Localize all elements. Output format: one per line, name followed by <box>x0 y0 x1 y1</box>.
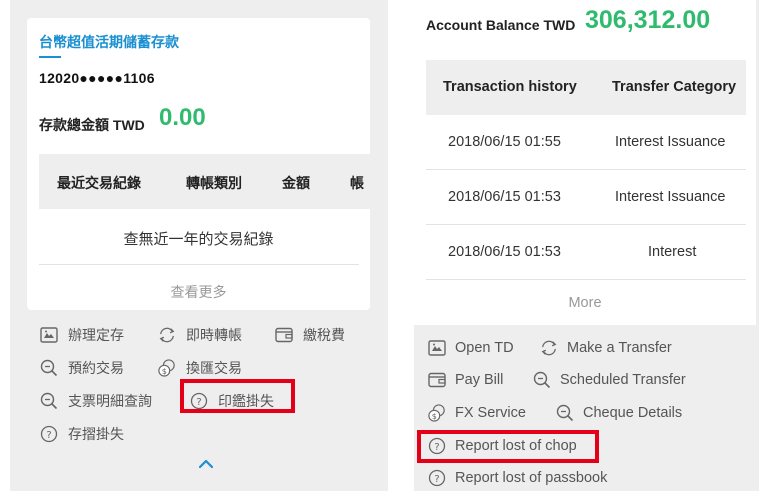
service-cheque-details[interactable]: Cheque Details <box>556 404 682 422</box>
service-label: 預約交易 <box>68 360 124 376</box>
service-open-td[interactable]: 辦理定存 <box>40 325 124 345</box>
more-link[interactable]: More <box>414 295 756 311</box>
deposit-icon <box>40 326 58 344</box>
balance-value: 0.00 <box>159 104 206 131</box>
help-circle-icon: ? <box>40 425 58 443</box>
search-icon <box>40 392 58 410</box>
service-report-lost-passbook[interactable]: ? Report lost of passbook <box>428 469 607 487</box>
help-circle-icon: ? <box>428 469 446 487</box>
service-label: Report lost of passbook <box>455 470 608 486</box>
service-label: 即時轉帳 <box>186 327 242 343</box>
wallet-icon <box>428 371 446 389</box>
search-icon <box>533 371 551 389</box>
service-report-lost-passbook[interactable]: ? 存摺掛失 <box>40 424 124 444</box>
service-transfer[interactable]: 即時轉帳 <box>158 325 242 345</box>
service-scheduled[interactable]: 預約交易 <box>40 358 124 378</box>
transfer-icon <box>158 326 176 344</box>
transaction-table-header: Transaction history Transfer Category <box>426 60 746 115</box>
balance-value: 306,312.00 <box>585 6 711 34</box>
wallet-icon <box>275 326 293 344</box>
account-panel-en: Account Balance TWD 306,312.00 Transacti… <box>414 0 759 491</box>
table-row[interactable]: 2018/06/15 01:53 Interest <box>426 225 746 280</box>
header-transaction-history: Transaction history <box>443 79 577 95</box>
service-label: Make a Transfer <box>567 340 672 356</box>
service-label: 繳稅費 <box>303 327 345 343</box>
svg-text:?: ? <box>434 474 439 485</box>
divider <box>39 264 359 265</box>
row-date: 2018/06/15 01:55 <box>448 134 561 150</box>
header-transfer-category: 轉帳類別 <box>186 175 242 191</box>
service-make-transfer[interactable]: Make a Transfer <box>540 339 672 357</box>
header-truncated: 帳 <box>350 175 364 191</box>
table-row[interactable]: 2018/06/15 01:53 Interest Issuance <box>426 170 746 225</box>
deposit-icon <box>428 339 446 357</box>
service-cheque[interactable]: 支票明細查詢 <box>40 391 152 411</box>
table-row[interactable]: 2018/06/15 01:55 Interest Issuance <box>426 115 746 170</box>
exchange-icon: $ <box>428 404 446 422</box>
service-label: Scheduled Transfer <box>560 372 686 388</box>
service-label: Open TD <box>455 340 514 356</box>
service-fx[interactable]: $ 換匯交易 <box>158 358 242 378</box>
service-open-td[interactable]: Open TD <box>428 339 514 357</box>
service-pay-bill[interactable]: Pay Bill <box>428 371 503 389</box>
account-card: 台幣超值活期儲蓄存款 12020●●●●●1106 存款總金額 TWD 0.00… <box>27 18 370 310</box>
search-icon <box>556 404 574 422</box>
svg-text:$: $ <box>162 366 167 376</box>
account-name[interactable]: 台幣超值活期儲蓄存款 <box>39 32 179 52</box>
service-label: 換匯交易 <box>186 360 242 376</box>
search-icon <box>40 359 58 377</box>
highlight-box <box>180 379 295 413</box>
service-label: Pay Bill <box>455 372 504 388</box>
row-category: Interest <box>648 244 697 260</box>
header-amount: 金額 <box>282 175 310 191</box>
service-label: FX Service <box>455 405 526 421</box>
transaction-table-header: 最近交易紀錄 轉帳類別 金額 帳 <box>39 154 370 209</box>
empty-state-text: 查無近一年的交易紀錄 <box>123 231 274 248</box>
row-date: 2018/06/15 01:53 <box>448 244 561 260</box>
service-label: Cheque Details <box>583 405 683 421</box>
account-card: Account Balance TWD 306,312.00 Transacti… <box>414 0 756 325</box>
service-fx[interactable]: $ FX Service <box>428 404 526 422</box>
balance-label: Account Balance TWD <box>426 17 576 33</box>
service-label: 支票明細查詢 <box>68 393 152 409</box>
exchange-icon: $ <box>158 359 176 377</box>
balance-label: 存款總金額 TWD <box>39 117 145 133</box>
view-more-link[interactable]: 查看更多 <box>27 282 370 302</box>
account-number: 12020●●●●●1106 <box>39 70 155 86</box>
svg-text:$: $ <box>432 411 437 421</box>
row-date: 2018/06/15 01:53 <box>448 189 561 205</box>
account-panel-zh: 台幣超值活期儲蓄存款 12020●●●●●1106 存款總金額 TWD 0.00… <box>10 0 388 491</box>
svg-text:?: ? <box>46 430 51 441</box>
transfer-icon <box>540 339 558 357</box>
service-label: 存摺掛失 <box>68 426 124 442</box>
row-category: Interest Issuance <box>615 189 726 205</box>
service-pay-bill[interactable]: 繳稅費 <box>275 325 345 345</box>
service-scheduled-transfer[interactable]: Scheduled Transfer <box>533 371 686 389</box>
account-name-underline <box>39 56 61 58</box>
row-category: Interest Issuance <box>615 134 726 150</box>
header-recent-transactions: 最近交易紀錄 <box>57 175 141 191</box>
highlight-box <box>417 430 599 463</box>
collapse-chevron-icon[interactable] <box>198 458 214 470</box>
service-label: 辦理定存 <box>68 327 124 343</box>
header-transfer-category: Transfer Category <box>612 79 737 95</box>
